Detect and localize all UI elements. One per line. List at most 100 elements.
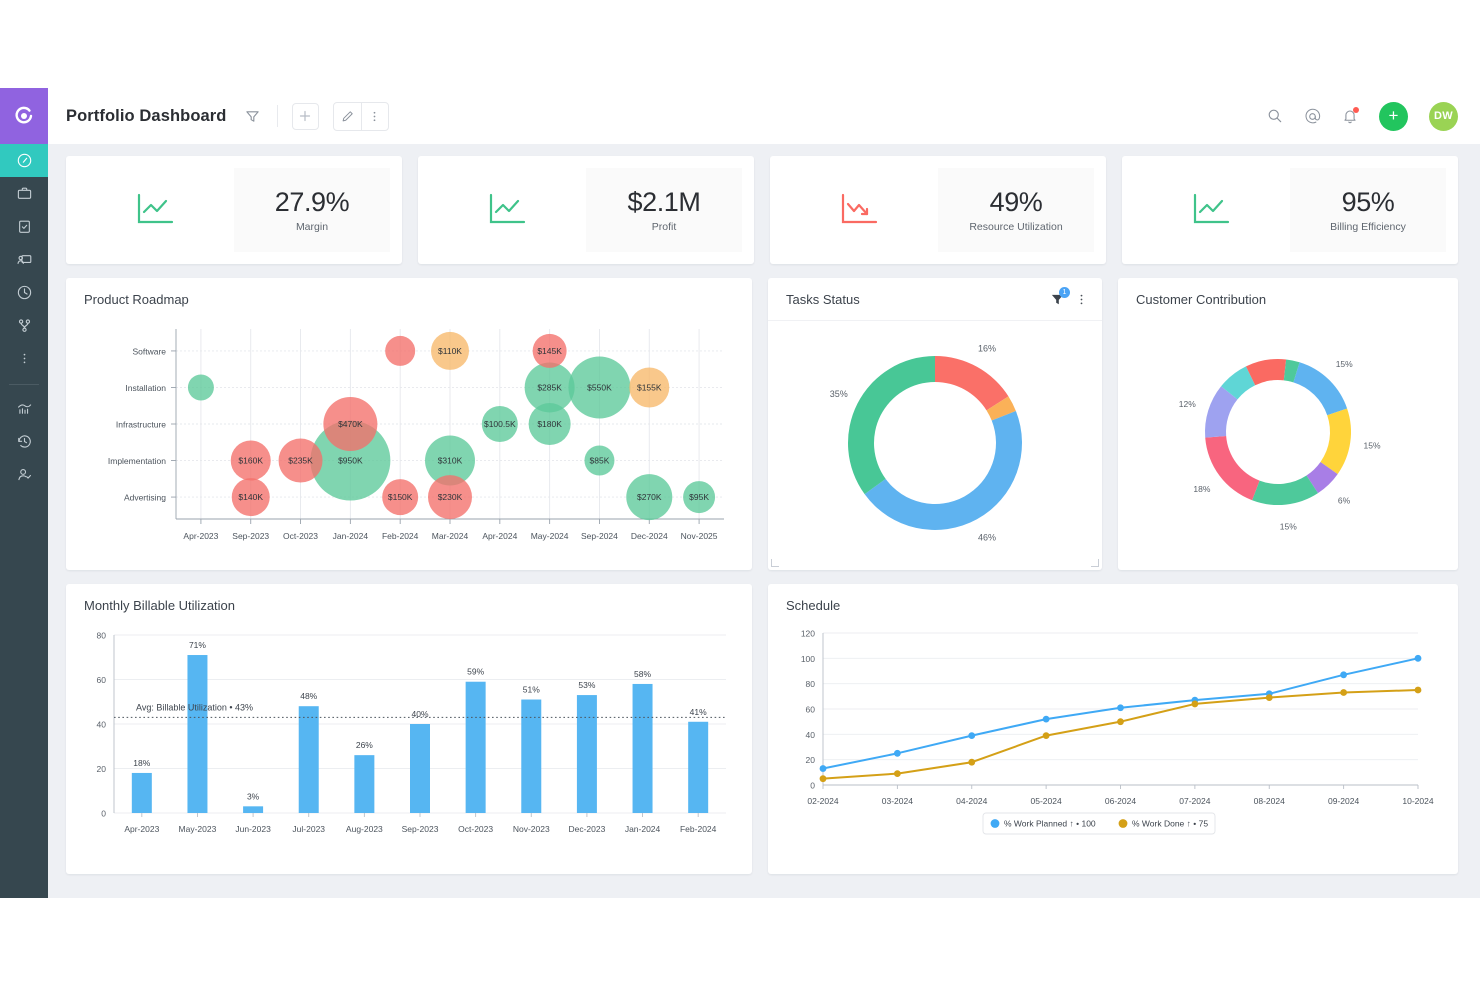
- card-title-billable: Monthly Billable Utilization: [84, 598, 236, 613]
- card-title-customer-contribution: Customer Contribution: [1136, 292, 1267, 307]
- bar[interactable]: [465, 681, 486, 813]
- svg-text:02-2024: 02-2024: [807, 796, 838, 806]
- sidebar: [0, 88, 48, 898]
- schedule-line-chart[interactable]: 0 20 40 60 80 100 120 02-2024 03-2024 04-2024 05-2…: [768, 613, 1450, 869]
- donut-segment[interactable]: [1320, 408, 1351, 475]
- svg-text:100: 100: [801, 654, 815, 664]
- line-point[interactable]: [1414, 686, 1422, 694]
- tasks-card-header: Tasks Status 1: [768, 278, 1102, 307]
- svg-text:Infrastructure: Infrastructure: [116, 420, 166, 430]
- add-widget-button[interactable]: [291, 102, 319, 130]
- svg-text:Advertising: Advertising: [124, 493, 166, 503]
- line-point[interactable]: [1340, 671, 1348, 679]
- bar[interactable]: [298, 706, 319, 813]
- kpi-label: Resource Utilization: [969, 221, 1063, 233]
- tasks-status-donut[interactable]: 16% 46% 35%: [768, 321, 1102, 566]
- bar[interactable]: [410, 724, 430, 813]
- tasks-more-icon[interactable]: [1075, 293, 1088, 306]
- line-point[interactable]: [893, 770, 901, 777]
- donut-segment[interactable]: [864, 410, 1022, 530]
- donut-segment[interactable]: [1293, 362, 1348, 416]
- customer-contribution-donut[interactable]: 15% 15% 6% 15% 18% 12%: [1118, 307, 1448, 565]
- trend-up-icon: [430, 192, 586, 228]
- roadmap-bubble-label: $950K: [338, 456, 363, 466]
- roadmap-bubble-label: $180K: [537, 419, 562, 429]
- svg-text:Software: Software: [132, 346, 166, 356]
- dashboard-more-button[interactable]: [360, 102, 388, 130]
- kpi-card-profit[interactable]: $2.1M Profit: [418, 156, 754, 264]
- sidebar-item-more[interactable]: [0, 342, 48, 375]
- roadmap-bubble-label: $310K: [438, 456, 463, 466]
- sidebar-item-history[interactable]: [0, 425, 48, 458]
- card-product-roadmap: Product Roadmap Advertising Implementatio…: [66, 278, 752, 570]
- donut-segment[interactable]: [848, 356, 935, 495]
- bar[interactable]: [521, 699, 542, 813]
- bar[interactable]: [632, 683, 653, 813]
- line-point[interactable]: [1265, 694, 1273, 701]
- line-point[interactable]: [968, 758, 976, 766]
- create-button[interactable]: +: [1379, 101, 1408, 131]
- line-point[interactable]: [819, 765, 827, 772]
- line-point[interactable]: [1340, 689, 1348, 696]
- bar-value-label: 53%: [578, 680, 595, 690]
- notification-bell-icon[interactable]: [1342, 107, 1359, 124]
- line-series[interactable]: [822, 657, 1419, 770]
- line-point[interactable]: [1042, 732, 1050, 739]
- bar[interactable]: [354, 755, 375, 813]
- donut-segment[interactable]: [1205, 435, 1260, 501]
- sidebar-item-timesheets[interactable]: [0, 276, 48, 309]
- header-filter-icon[interactable]: [245, 109, 260, 124]
- bar[interactable]: [131, 772, 152, 813]
- line-point[interactable]: [1414, 654, 1422, 662]
- sidebar-item-user-approval[interactable]: [0, 458, 48, 491]
- line-point[interactable]: [1117, 704, 1124, 712]
- svg-text:May-2023: May-2023: [179, 824, 217, 834]
- tasks-filter-icon[interactable]: 1: [1050, 287, 1070, 307]
- svg-text:Jan-2024: Jan-2024: [333, 531, 369, 541]
- card-title-tasks-status: Tasks Status: [786, 292, 860, 307]
- user-avatar[interactable]: DW: [1429, 101, 1458, 131]
- kpi-card-margin[interactable]: 27.9% Margin: [66, 156, 402, 264]
- bar[interactable]: [243, 806, 264, 813]
- svg-text:Nov-2023: Nov-2023: [513, 824, 550, 834]
- svg-text:08-2024: 08-2024: [1254, 796, 1285, 806]
- donut-label: 16%: [978, 343, 996, 353]
- kpi-card-billing-efficiency[interactable]: 95% Billing Efficiency: [1122, 156, 1458, 264]
- product-roadmap-chart[interactable]: Advertising Implementation Infrastructure I…: [66, 307, 752, 565]
- svg-text:0: 0: [810, 781, 815, 791]
- bar[interactable]: [576, 695, 597, 813]
- tasks-resize-handle-left[interactable]: [771, 559, 779, 567]
- kpi-card-resource-utilization[interactable]: 49% Resource Utilization: [770, 156, 1106, 264]
- app-logo[interactable]: [0, 88, 48, 144]
- roadmap-bubble[interactable]: [385, 335, 416, 366]
- bar[interactable]: [688, 721, 709, 813]
- roadmap-bubble-label: $100.5K: [484, 419, 516, 429]
- line-point[interactable]: [819, 775, 827, 783]
- donut-segment[interactable]: [1252, 475, 1318, 505]
- line-point[interactable]: [1117, 718, 1124, 726]
- line-point[interactable]: [1042, 715, 1050, 723]
- tasks-resize-handle[interactable]: [1091, 559, 1099, 567]
- sidebar-item-dashboard[interactable]: [0, 144, 48, 177]
- roadmap-bubble[interactable]: [187, 374, 214, 401]
- search-icon[interactable]: [1267, 108, 1283, 124]
- bar[interactable]: [187, 655, 208, 813]
- line-point[interactable]: [893, 749, 901, 757]
- sidebar-item-presentations[interactable]: [0, 243, 48, 276]
- billable-utilization-bar-chart[interactable]: 0 20 40 60 80 18% Apr-2023 71% May-2023 3% Jun-202…: [66, 613, 752, 869]
- svg-text:Dec-2024: Dec-2024: [631, 531, 668, 541]
- bar-value-label: 58%: [634, 669, 651, 679]
- svg-text:60: 60: [97, 675, 107, 685]
- line-point[interactable]: [1191, 700, 1199, 708]
- svg-text:Sep-2023: Sep-2023: [232, 531, 269, 541]
- donut-label: 12%: [1179, 399, 1196, 409]
- edit-dashboard-button[interactable]: [334, 103, 361, 130]
- sidebar-item-projects[interactable]: [0, 177, 48, 210]
- sidebar-item-analytics[interactable]: [0, 392, 48, 425]
- sidebar-item-tasks[interactable]: [0, 210, 48, 243]
- sidebar-item-workflow[interactable]: [0, 309, 48, 342]
- line-point[interactable]: [968, 732, 976, 739]
- kpi-value: $2.1M: [627, 187, 701, 217]
- mention-icon[interactable]: [1304, 108, 1321, 125]
- donut-segment[interactable]: [935, 356, 1009, 411]
